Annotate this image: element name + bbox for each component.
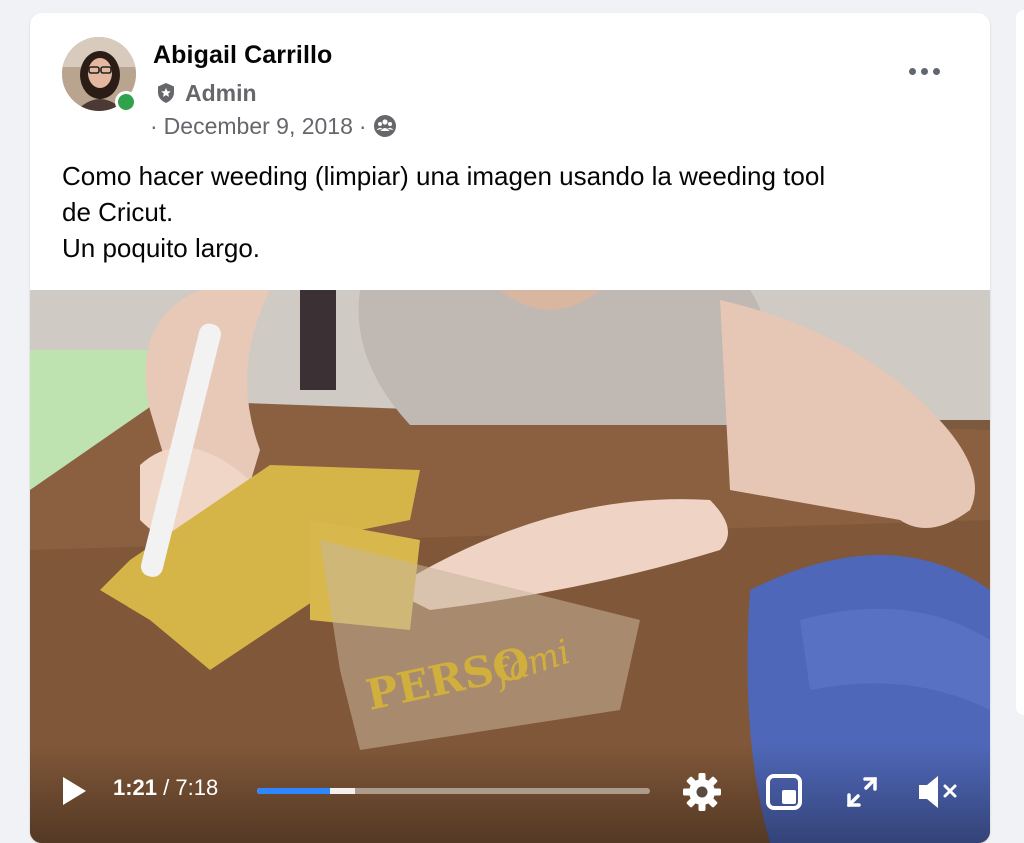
dot xyxy=(920,67,928,75)
gear-icon[interactable] xyxy=(682,772,722,812)
post-card: Abigail Carrillo Admin · December 9, 201… xyxy=(30,13,990,843)
post-meta: · December 9, 2018 · xyxy=(150,111,397,141)
current-time: 1:21 xyxy=(113,775,158,800)
adjacent-card-edge xyxy=(1016,10,1024,715)
progress-bar[interactable] xyxy=(257,788,650,794)
shield-star-icon xyxy=(158,83,174,103)
admin-badge: Admin xyxy=(155,79,257,107)
dot xyxy=(932,67,940,75)
muted-speaker-icon[interactable] xyxy=(916,773,960,811)
admin-label: Admin xyxy=(185,79,257,106)
time-separator: / xyxy=(163,775,170,800)
picture-in-picture-icon[interactable] xyxy=(765,773,803,811)
progress-played xyxy=(257,788,330,794)
post-text: Como hacer weeding (limpiar) una imagen … xyxy=(62,158,962,266)
video-controls: 1:21 / 7:18 xyxy=(30,745,990,843)
post-text-line: Un poquito largo. xyxy=(62,233,261,263)
post-text-line: de Cricut. xyxy=(62,197,174,227)
video-player[interactable]: PERSO fami 1:21 / 7:18 xyxy=(30,290,990,843)
more-options-button[interactable] xyxy=(898,53,950,89)
time-display: 1:21 / 7:18 xyxy=(113,775,218,801)
duration: 7:18 xyxy=(175,775,219,800)
meta-separator: · xyxy=(150,112,158,139)
fullscreen-icon[interactable] xyxy=(845,775,879,809)
post-date[interactable]: December 9, 2018 xyxy=(164,113,353,140)
play-icon[interactable] xyxy=(60,775,88,807)
online-status-dot xyxy=(115,91,137,113)
post-text-line: Como hacer weeding (limpiar) una imagen … xyxy=(62,161,826,191)
meta-separator: · xyxy=(358,112,367,139)
dot xyxy=(908,67,916,75)
group-icon[interactable] xyxy=(373,114,397,138)
author-name[interactable]: Abigail Carrillo xyxy=(153,41,332,70)
